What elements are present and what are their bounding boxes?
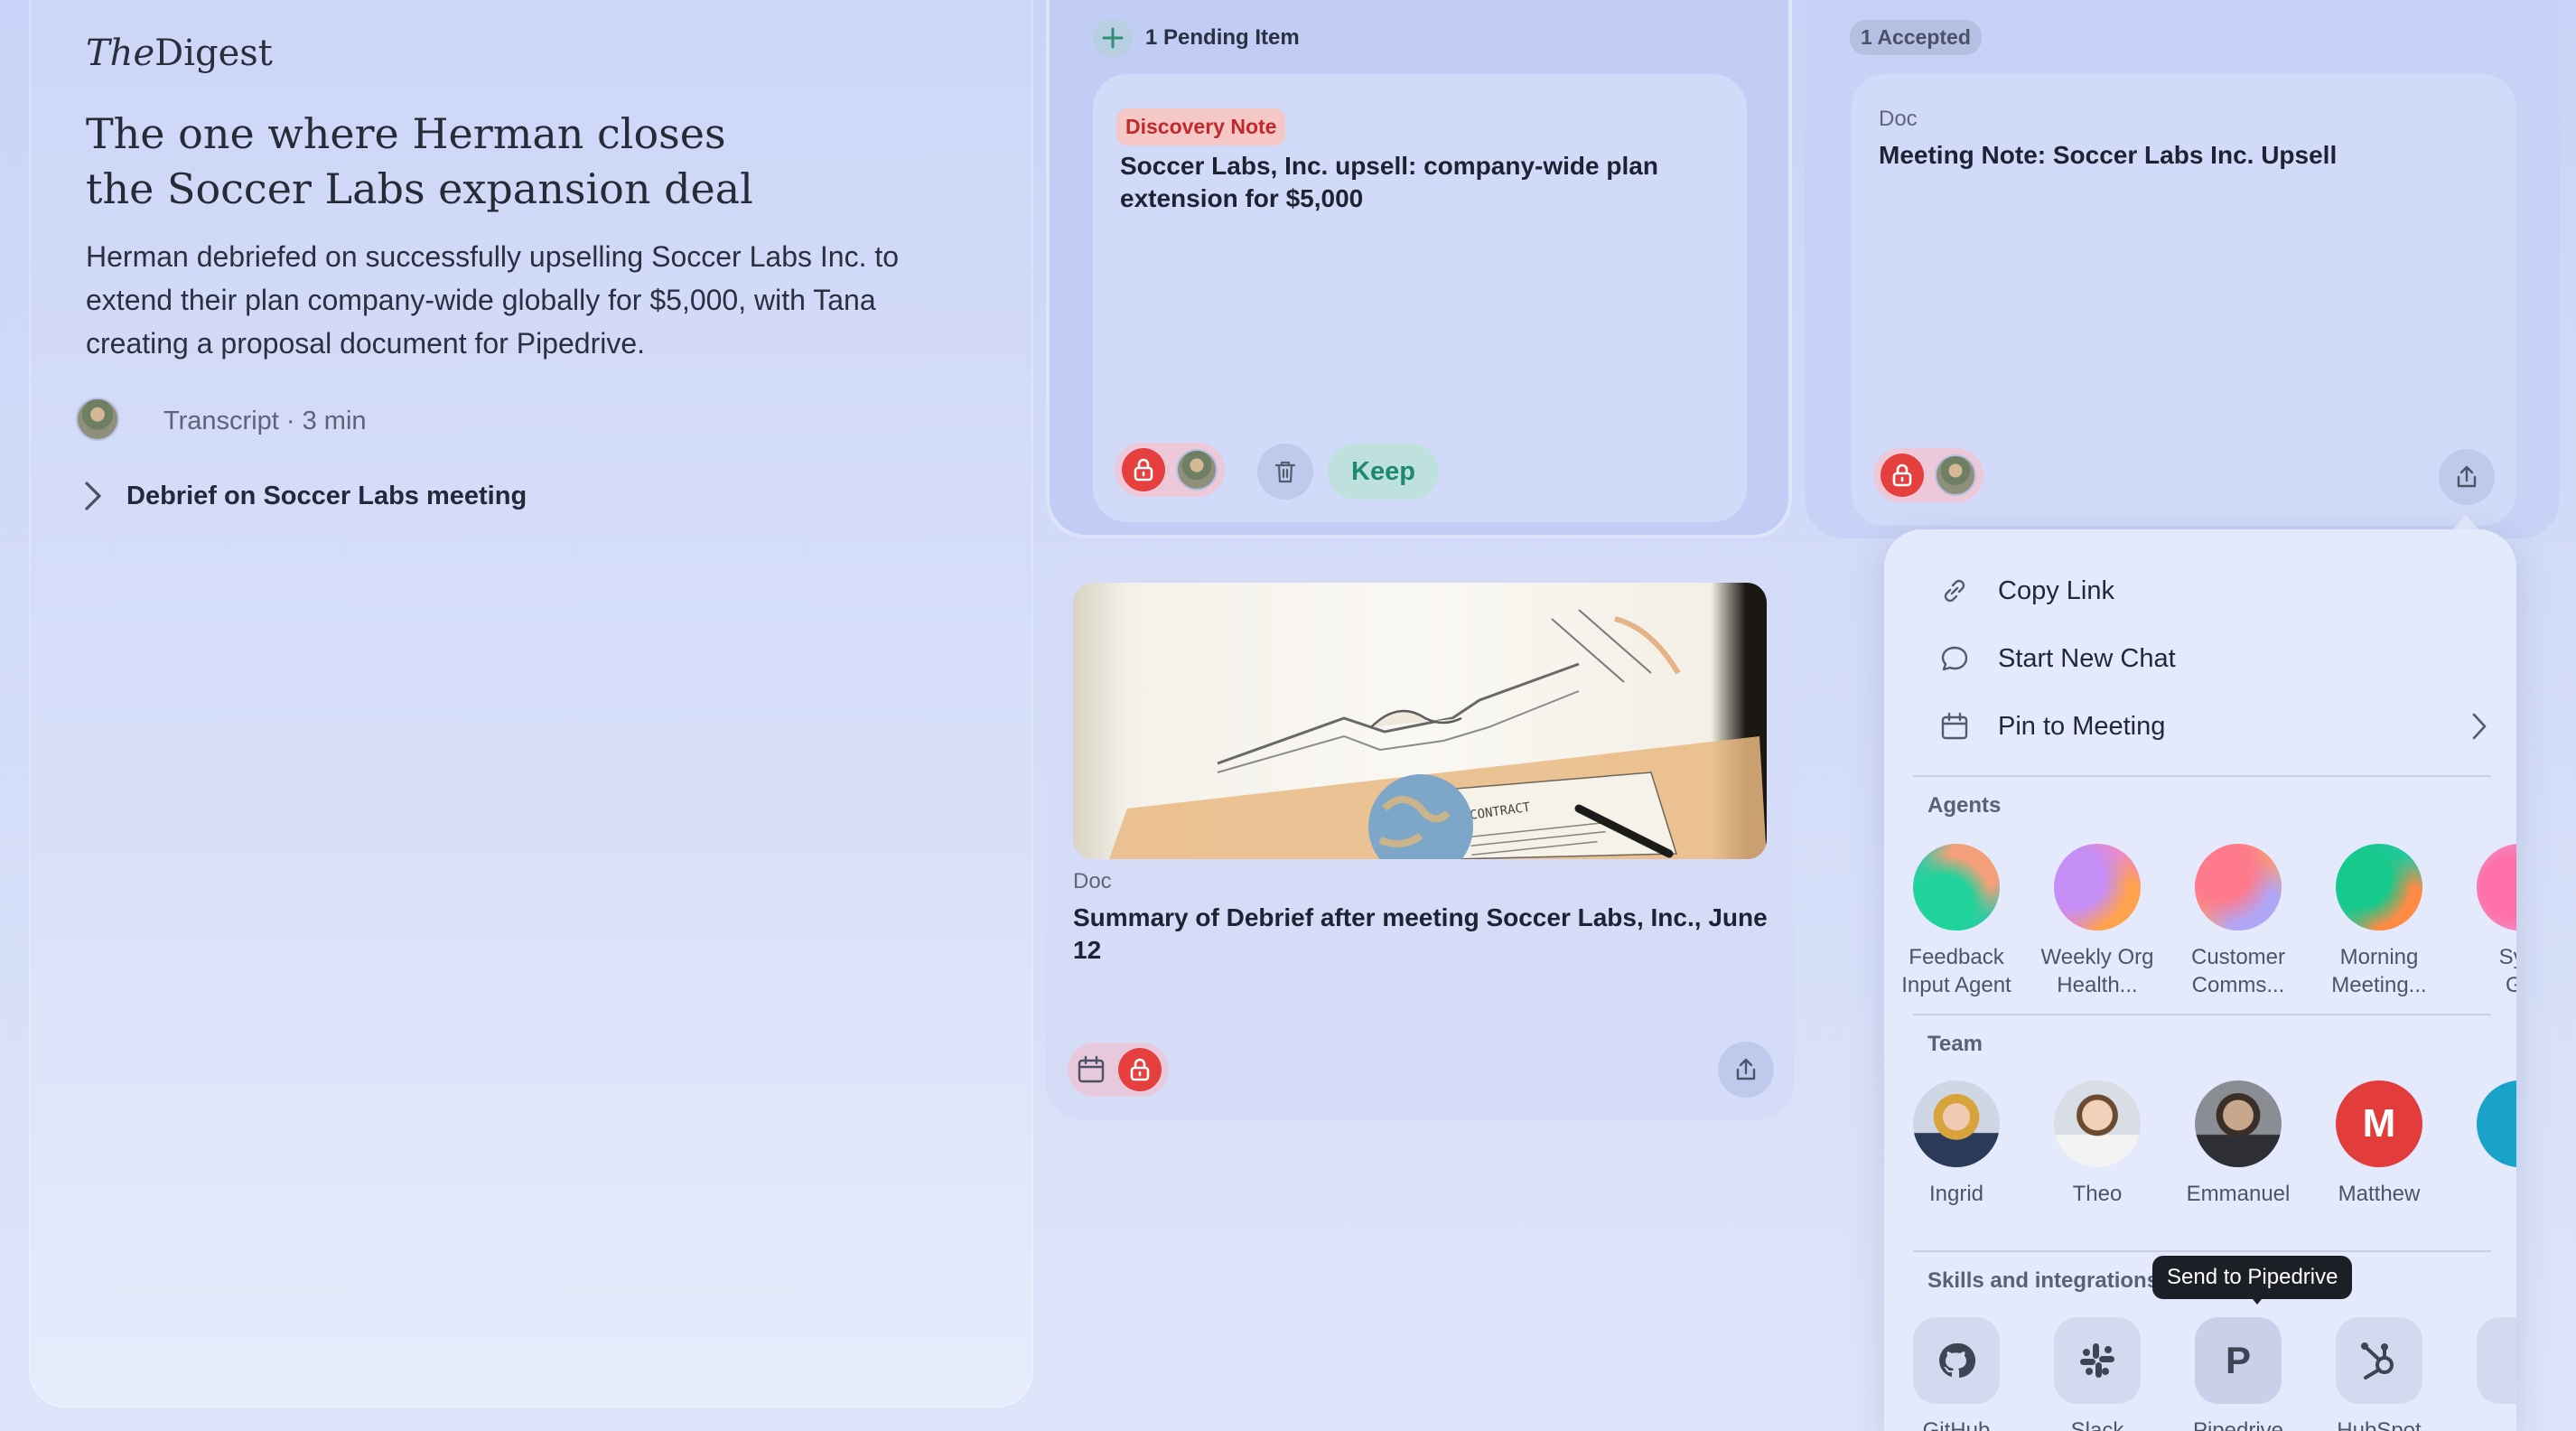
team-member-theo[interactable]: Theo [2027,1080,2168,1208]
agent-weekly-org-health[interactable]: Weekly Org Health... [2027,844,2168,999]
doc-kind: Doc [1073,869,1112,893]
agent-customer-comms[interactable]: Customer Comms... [2168,844,2309,999]
lock-icon [1118,1048,1162,1091]
avatar [2195,1080,2282,1167]
calendar-icon [1078,1055,1105,1083]
team-label: Team [1927,1032,1983,1056]
avatar [1176,449,1218,491]
discovery-note-tag: Discovery Note [1116,108,1286,145]
plus-icon[interactable] [1093,18,1133,58]
divider [1913,1250,2491,1252]
team-member-matthew[interactable]: M Matthew [2309,1080,2450,1208]
divider [1913,1014,2491,1015]
access-group[interactable] [1873,448,1983,502]
integration-icon [2477,1317,2516,1404]
pending-header: 1 Pending Item [1093,18,1300,58]
agent-avatar [2336,844,2422,931]
slack-icon [2054,1317,2141,1404]
pending-card-title: Soccer Labs, Inc. upsell: company-wide p… [1120,152,1658,212]
skill-github[interactable]: GitHub [1886,1317,2027,1431]
lock-icon [1881,454,1924,497]
pending-count: 1 Pending Item [1145,25,1300,50]
avatar [1935,454,1976,496]
calendar-icon [1941,712,1968,740]
send-to-pipedrive-tooltip: Send to Pipedrive [2152,1256,2353,1299]
doc-kind: Doc [1879,107,1918,131]
avatar [76,398,119,441]
skills-label: Skills and integrations [1927,1268,2160,1293]
app-logo: TheDigest [86,33,273,74]
access-group[interactable] [1115,443,1225,497]
keep-button[interactable]: Keep [1328,444,1439,500]
team-member-emmanuel[interactable]: Emmanuel [2168,1080,2309,1208]
divider [1913,775,2491,777]
pin-meeting-item[interactable]: Pin to Meeting [1938,710,2489,743]
link-icon [1944,579,1965,603]
agents-label: Agents [1927,793,2002,818]
tooltip-caret [2248,1294,2266,1305]
share-button[interactable] [2439,449,2495,505]
avatar [2054,1080,2141,1167]
trash-icon [1274,461,1296,483]
share-icon [2457,465,2477,488]
accepted-card-title: Meeting Note: Soccer Labs Inc. Upsell [1879,141,2338,169]
chevron-right-icon [85,482,101,510]
transcript-meta[interactable]: Transcript · 3 min [163,407,367,436]
digest-summary: Herman debriefed on successfully upselli… [86,240,900,360]
start-chat-item[interactable]: Start New Chat [1938,642,2176,675]
accepted-count: 1 Accepted [1850,20,1982,55]
agent-avatar [2477,844,2516,931]
avatar: M [2336,1080,2422,1167]
hubspot-icon [2336,1317,2422,1404]
handshake-illustration: CONTRACT [1073,583,1767,859]
avatar [2477,1080,2516,1167]
lock-icon [1122,448,1165,491]
agent-system[interactable]: SystGa [2450,844,2516,999]
avatar [1913,1080,2000,1167]
share-button[interactable] [1718,1042,1774,1098]
summary-doc-title: Summary of Debrief after meeting Soccer … [1073,903,1768,964]
debrief-label: Debrief on Soccer Labs meeting [126,481,527,510]
agent-avatar [2195,844,2282,931]
copy-link-item[interactable]: Copy Link [1938,575,2114,607]
skill-pipedrive[interactable]: P Pipedrive [2168,1317,2309,1431]
team-member-partial[interactable]: I [2450,1080,2516,1208]
skill-hubspot[interactable]: HubSpot [2309,1317,2450,1431]
share-icon [1736,1058,1756,1080]
agent-feedback-input[interactable]: Feedback Input Agent [1886,844,2027,999]
chevron-right-icon [2472,713,2487,740]
delete-button[interactable] [1257,444,1313,500]
github-icon [1913,1317,2000,1404]
skill-partial[interactable] [2450,1317,2516,1417]
chat-bubble-icon [1941,646,1968,671]
access-group[interactable] [1068,1043,1169,1097]
team-member-ingrid[interactable]: Ingrid [1886,1080,2027,1208]
agent-morning-meeting[interactable]: Morning Meeting... [2309,844,2450,999]
pipedrive-icon: P [2195,1317,2282,1404]
page-title: The one where Herman closes the Soccer L… [86,109,753,213]
agent-avatar [2054,844,2141,931]
debrief-toggle[interactable]: Debrief on Soccer Labs meeting [83,481,527,511]
skill-slack[interactable]: Slack [2027,1317,2168,1431]
agent-avatar [1913,844,2000,931]
